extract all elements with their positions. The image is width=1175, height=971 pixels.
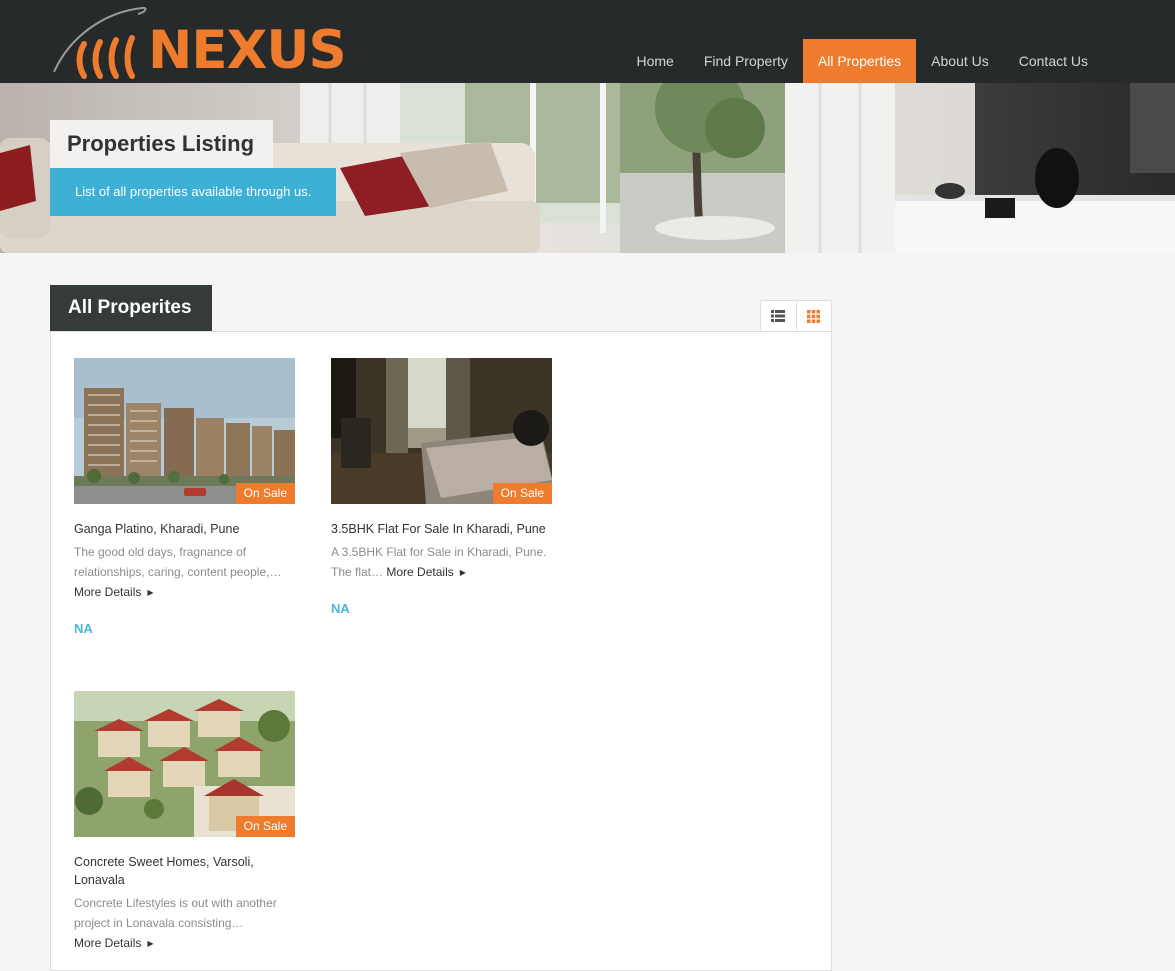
on-sale-badge: On Sale [492, 483, 552, 504]
property-price: NA [331, 601, 350, 616]
property-description: The good old days, fragnance of relation… [74, 542, 295, 604]
nav-find-property[interactable]: Find Property [689, 39, 803, 83]
section-title: All Properites [50, 285, 212, 332]
property-card: On Sale Concrete Sweet Homes, Varsoli, L… [74, 691, 295, 955]
property-image[interactable]: On Sale [74, 358, 295, 504]
hero-banner: Properties Listing List of all propertie… [0, 83, 1175, 253]
grid-view-icon [807, 309, 821, 323]
list-view-button[interactable] [761, 301, 796, 331]
description-line: A 3.5BHK Flat for Sale in Kharadi, Pune. [331, 545, 547, 559]
title-line: Concrete Sweet Homes, Varsoli, [74, 855, 254, 869]
list-view-icon [771, 310, 786, 322]
property-card: On Sale Ganga Platino, Kharadi, Pune The… [74, 358, 295, 636]
nav-contact-us[interactable]: Contact Us [1004, 39, 1103, 83]
property-price: NA [74, 621, 93, 636]
property-card: On Sale 3.5BHK Flat For Sale In Kharadi,… [331, 358, 552, 616]
property-title[interactable]: 3.5BHK Flat For Sale In Kharadi, Pune [331, 520, 552, 538]
on-sale-badge: On Sale [235, 483, 295, 504]
caret-right-icon: ▶ [147, 588, 154, 597]
logo-wordmark: NEXUS [148, 20, 347, 81]
more-details-link[interactable]: More Details ▶ [74, 936, 154, 950]
nav-home[interactable]: Home [621, 39, 688, 83]
page-title: Properties Listing [50, 120, 273, 168]
main-nav: Home Find Property All Properties About … [621, 39, 1103, 83]
on-sale-badge: On Sale [235, 816, 295, 837]
property-image[interactable]: On Sale [74, 691, 295, 837]
more-details-link[interactable]: More Details ▶ [386, 565, 466, 579]
nav-all-properties[interactable]: All Properties [802, 39, 917, 83]
property-title[interactable]: Concrete Sweet Homes, Varsoli, Lonavala [74, 853, 295, 889]
description-line: project in Lonavala consisting… [74, 916, 244, 930]
description-line: relationships, caring, content people,… [74, 565, 282, 579]
property-image[interactable]: On Sale [331, 358, 552, 504]
caret-right-icon: ▶ [459, 568, 466, 577]
property-description: A 3.5BHK Flat for Sale in Kharadi, Pune.… [331, 542, 552, 584]
description-line: The flat… [331, 565, 384, 579]
property-description: Concrete Lifestyles is out with another … [74, 893, 295, 955]
page-subtitle: List of all properties available through… [50, 168, 336, 216]
view-toggle [760, 300, 832, 332]
title-line: Lonavala [74, 873, 125, 887]
nav-about-us[interactable]: About Us [916, 39, 1004, 83]
description-line: The good old days, fragnance of [74, 545, 247, 559]
property-title[interactable]: Ganga Platino, Kharadi, Pune [74, 520, 295, 538]
more-details-label: More Details [74, 936, 142, 950]
caret-right-icon: ▶ [147, 939, 154, 948]
more-details-label: More Details [386, 565, 454, 579]
more-details-link[interactable]: More Details ▶ [74, 585, 154, 599]
description-line: Concrete Lifestyles is out with another [74, 896, 277, 910]
more-details-label: More Details [74, 585, 142, 599]
grid-view-button[interactable] [795, 301, 832, 331]
nexus-logo[interactable]: NEXUS [50, 6, 350, 82]
site-header: NEXUS Home Find Property All Properties … [0, 0, 1175, 83]
